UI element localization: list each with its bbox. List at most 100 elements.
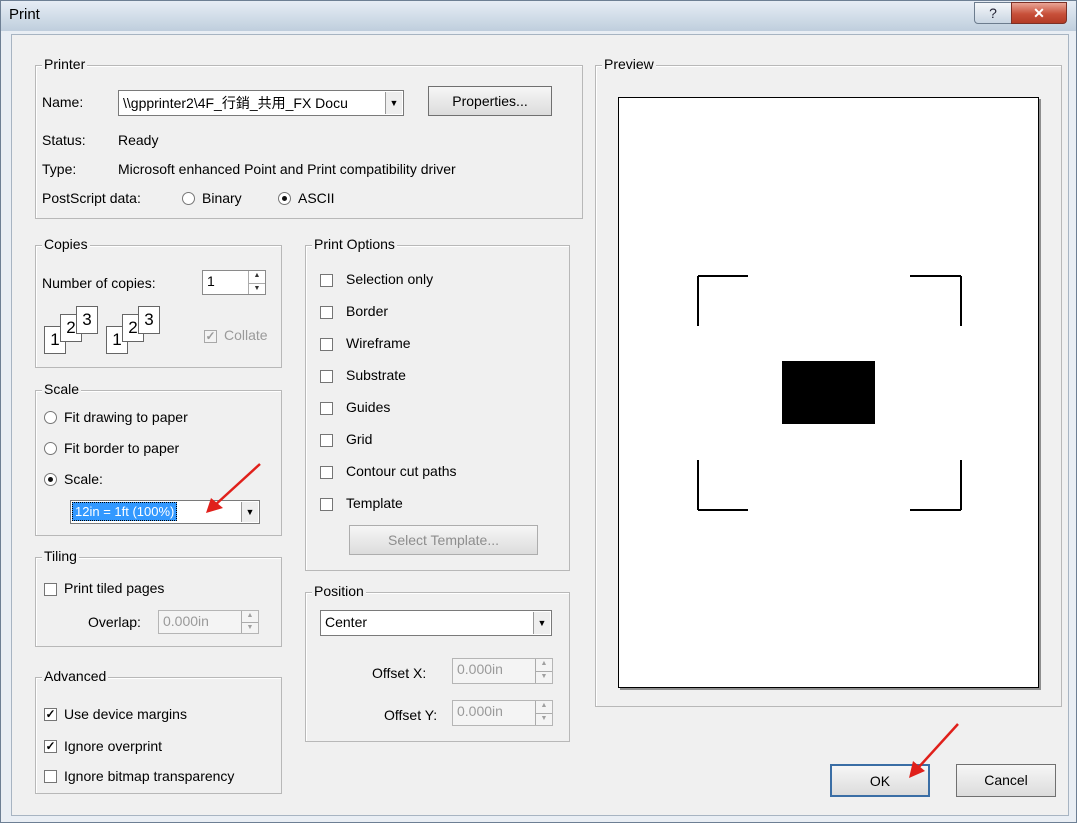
select-template-button[interactable]: Select Template... [349,525,538,555]
offset-y-label: Offset Y: [384,707,438,723]
overlap-value: 0.000in [163,613,209,629]
preview-legend: Preview [602,56,656,72]
ignore-overprint-label[interactable]: Ignore overprint [64,738,162,754]
print-tiled-label[interactable]: Print tiled pages [64,580,164,596]
ignore-bitmap-transparency-checkbox[interactable] [44,770,57,783]
print-option-label[interactable]: Grid [346,431,372,447]
name-label: Name: [42,94,84,110]
crop-mark-bottom-right [910,460,962,511]
offset-x-value: 0.000in [457,661,503,677]
offset-x-label: Offset X: [372,665,427,681]
print-option-label[interactable]: Selection only [346,271,433,287]
print-dialog-window: Print ? ✕ Printer Name: \\gpprinter2\4F_… [0,0,1077,823]
cancel-button[interactable]: Cancel [956,764,1056,797]
scale-value: 12in = 1ft (100%) [72,502,178,521]
chevron-down-icon[interactable]: ▼ [533,612,550,634]
spin-down-icon[interactable]: ▼ [249,282,265,296]
offset-y-value: 0.000in [457,703,503,719]
print-options-group: Print Options Selection only Border Wirefr… [305,236,570,571]
print-option-checkbox[interactable] [320,274,333,287]
print-option-checkbox[interactable] [320,370,333,383]
offset-x-stepper[interactable]: 0.000in ▲ ▼ [452,658,553,684]
scale-radio[interactable] [44,473,57,486]
ascii-label[interactable]: ASCII [298,190,335,206]
collate-icon-stack-2: 1 2 3 [106,306,166,356]
scale-label[interactable]: Scale: [64,471,103,487]
spin-down-icon[interactable]: ▼ [536,671,552,684]
spin-up-icon[interactable]: ▲ [536,659,552,671]
copies-stepper[interactable]: 1 ▲ ▼ [202,270,266,295]
preview-drawing [697,275,962,511]
position-select[interactable]: Center ▼ [320,610,552,636]
fit-border-label[interactable]: Fit border to paper [64,440,179,456]
position-group-legend: Position [312,583,366,599]
spin-down-icon[interactable]: ▼ [536,713,552,726]
annotation-arrow-ok [909,723,959,778]
print-option-checkbox[interactable] [320,306,333,319]
binary-radio[interactable] [182,192,195,205]
spin-up-icon[interactable]: ▲ [242,611,258,622]
advanced-group: Advanced ✓ Use device margins ✓ Ignore o… [35,668,282,794]
tiling-group: Tiling Print tiled pages Overlap: 0.000i… [35,548,282,647]
offset-y-spin-buttons[interactable]: ▲ ▼ [535,701,552,725]
printer-name-value: \\gpprinter2\4F_行銷_共用_FX Docu [123,95,348,111]
properties-button[interactable]: Properties... [428,86,552,116]
printer-name-select[interactable]: \\gpprinter2\4F_行銷_共用_FX Docu ▼ [118,90,404,116]
print-option-checkbox[interactable] [320,338,333,351]
window-title: Print [9,6,40,23]
close-button[interactable]: ✕ [1011,2,1067,24]
status-value: Ready [118,132,159,148]
number-of-copies-label: Number of copies: [42,275,156,291]
type-value: Microsoft enhanced Point and Print compa… [118,161,456,177]
spin-up-icon[interactable]: ▲ [249,271,265,283]
collate-checkbox[interactable]: ✓ [204,330,217,343]
fit-drawing-radio[interactable] [44,411,57,424]
chevron-down-icon[interactable]: ▼ [385,92,402,114]
spin-down-icon[interactable]: ▼ [242,622,258,634]
preview-page [618,97,1039,688]
title-bar: Print ? ✕ [1,1,1076,31]
print-option-checkbox[interactable] [320,498,333,511]
copies-group-legend: Copies [42,236,90,252]
print-tiled-checkbox[interactable] [44,583,57,596]
position-value: Center [325,614,368,630]
collate-icon-stack-1: 1 2 3 [44,306,104,356]
ignore-overprint-checkbox[interactable]: ✓ [44,740,57,753]
print-option-label[interactable]: Border [346,303,388,319]
print-option-label[interactable]: Guides [346,399,390,415]
crop-mark-bottom-left [697,460,748,511]
use-device-margins-checkbox[interactable]: ✓ [44,708,57,721]
print-option-label[interactable]: Template [346,495,403,511]
print-option-checkbox[interactable] [320,434,333,447]
copies-group: Copies Number of copies: 1 ▲ ▼ 1 2 3 1 2 … [35,236,282,368]
overlap-stepper[interactable]: 0.000in ▲ ▼ [158,610,259,634]
ascii-radio[interactable] [278,192,291,205]
help-button[interactable]: ? [974,2,1012,24]
annotation-arrow-scale [206,463,261,513]
page-icon-3: 3 [76,306,98,334]
fit-border-radio[interactable] [44,442,57,455]
printer-group-legend: Printer [42,56,88,72]
print-option-label[interactable]: Substrate [346,367,406,383]
spin-up-icon[interactable]: ▲ [536,701,552,713]
use-device-margins-label[interactable]: Use device margins [64,706,187,722]
advanced-group-legend: Advanced [42,668,109,684]
print-option-checkbox[interactable] [320,466,333,479]
overlap-spin-buttons[interactable]: ▲ ▼ [241,611,258,633]
postscript-label: PostScript data: [42,190,141,206]
fit-drawing-label[interactable]: Fit drawing to paper [64,409,188,425]
print-options-legend: Print Options [312,236,397,252]
print-option-label[interactable]: Wireframe [346,335,411,351]
ignore-bitmap-transparency-label[interactable]: Ignore bitmap transparency [64,768,234,784]
offset-x-spin-buttons[interactable]: ▲ ▼ [535,659,552,683]
status-label: Status: [42,132,86,148]
tiling-group-legend: Tiling [42,548,79,564]
scale-group-legend: Scale [42,381,82,397]
print-option-label[interactable]: Contour cut paths [346,463,457,479]
binary-label[interactable]: Binary [202,190,242,206]
offset-y-stepper[interactable]: 0.000in ▲ ▼ [452,700,553,726]
collate-label: Collate [224,327,268,343]
print-option-checkbox[interactable] [320,402,333,415]
copies-spin-buttons[interactable]: ▲ ▼ [248,271,265,294]
copies-value: 1 [207,273,215,289]
